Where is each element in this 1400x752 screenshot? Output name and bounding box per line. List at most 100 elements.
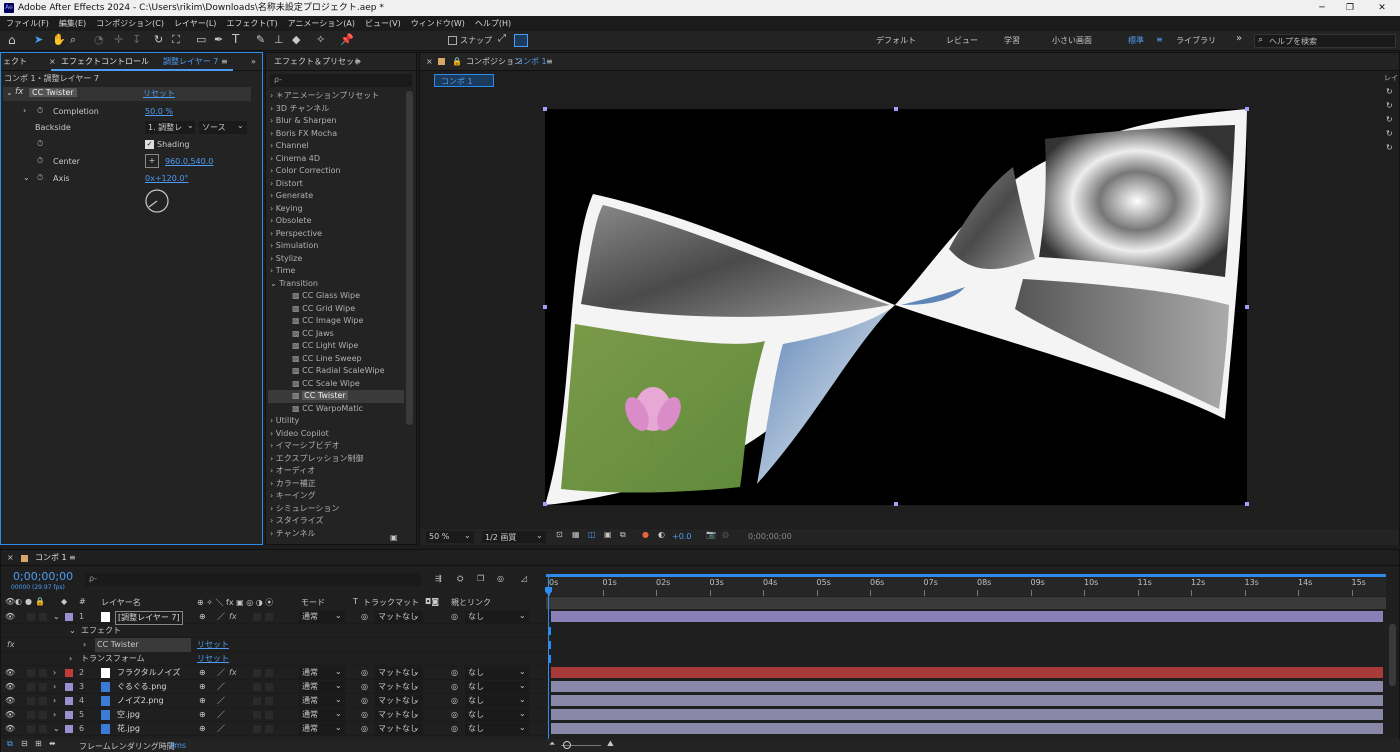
collapse-switch-icon[interactable]: ⊕ [199,722,206,736]
visibility-eye-icon[interactable]: 👁 [5,694,15,708]
effect-reset-link[interactable]: リセット [143,88,175,99]
layer-row[interactable]: 👁 ⌄ 1 [調整レイヤー 7] ⊕ ／ fx 通常 ⌄ ◎ マットなし ⌄ ◎ なし ⌄ [1,610,546,625]
audio-box[interactable] [27,711,35,719]
parent-dropdown[interactable]: なし ⌄ [465,695,529,707]
effect-item[interactable]: ▩ CC Grid Wipe [268,303,404,316]
close-tab-icon[interactable]: × [426,53,433,71]
effect-item[interactable]: ▩ CC Twister [268,390,404,403]
stopwatch-icon[interactable]: ⏱ [37,173,43,183]
switch-box[interactable] [253,697,261,705]
stopwatch-icon[interactable]: ⏱ [37,156,43,166]
effects-presets-title[interactable]: エフェクト＆プリセット [274,53,362,71]
brush-tool-icon[interactable]: ✎ [256,33,265,46]
effect-category[interactable]: › Keying [268,203,404,216]
visibility-eye-icon[interactable]: 👁 [5,708,15,722]
selection-tool-icon[interactable]: ➤ [34,33,43,46]
rotate-tool-icon[interactable]: ↻ [154,33,163,46]
parent-dropdown[interactable]: なし ⌄ [465,611,529,623]
switch-box[interactable] [253,683,261,691]
mask-path-icon[interactable]: ◫ [588,530,596,539]
text-tool-icon[interactable]: T [232,32,239,46]
rotate-icon[interactable]: ↻ [1386,129,1393,138]
home-icon[interactable]: ⌂ [8,33,16,47]
rotate-icon[interactable]: ↻ [1386,87,1393,96]
eraser-tool-icon[interactable]: ◆ [292,33,300,46]
rectangle-tool-icon[interactable]: ▭ [196,33,206,46]
time-ruler[interactable]: 0s 01s 02s 03s 04s 05s 06s 07s 08s 09s 10s 11s 12s 13… [546,574,1386,596]
collapse-chevron-icon[interactable]: ⌄ [69,624,76,638]
guides-icon[interactable]: ▣ [604,530,612,539]
workspace-2[interactable]: 学習 [1004,35,1020,46]
zoom-in-icon[interactable]: ⛰ [607,739,614,749]
stopwatch-icon[interactable]: ⏱ [37,139,43,149]
transform-handle[interactable] [543,107,547,111]
resolution-dropdown[interactable]: 1/2 画質 ⌄ [482,531,546,543]
label-color-swatch[interactable] [65,711,73,719]
exposure-reset-icon[interactable]: ◐ [658,530,665,539]
trackmatte-dropdown[interactable]: マットなし ⌄ [375,611,423,623]
parent-dropdown[interactable]: なし ⌄ [465,681,529,693]
effect-category[interactable]: › Obsolete [268,215,404,228]
mode-dropdown[interactable]: 通常 ⌄ [299,611,345,623]
panel-menu-icon[interactable]: ≡ [354,53,361,71]
color-channel-icon[interactable]: ● [642,530,649,539]
quality-switch-icon[interactable]: ／ [217,708,225,722]
label-color-swatch[interactable] [65,613,73,621]
menu-item[interactable]: エフェクト(T) [226,19,277,28]
audio-box[interactable] [27,697,35,705]
trackmatte-dropdown[interactable]: マットなし ⌄ [375,695,423,707]
solo-box[interactable] [39,711,47,719]
expand-chevron-icon[interactable]: ⌄ [53,722,60,736]
transform-handle[interactable] [894,107,898,111]
zoom-tool-icon[interactable]: ⌕ [70,33,76,47]
shy-layers-icon[interactable]: ❐ [477,574,484,583]
switch-box[interactable] [265,697,273,705]
close-button[interactable]: ✕ [1372,0,1392,16]
tab-effects-left[interactable]: ェクト [3,53,27,71]
help-search[interactable]: ⌕ ヘルプを検索 [1254,34,1396,48]
axis-dial[interactable] [144,188,170,214]
effect-item[interactable]: ▩ CC Scale Wipe [268,378,404,391]
layer-duration-bar[interactable] [551,681,1383,692]
expand-chevron-icon[interactable]: › [69,652,72,666]
effect-category[interactable]: › Channel [268,140,404,153]
zoom-dropdown[interactable]: 50 % ⌄ [426,531,474,543]
solo-box[interactable] [39,683,47,691]
fx-switch-icon[interactable]: fx [229,610,237,624]
effects-search-input[interactable]: ρ- [270,74,412,87]
property-reset-link[interactable]: リセット [197,652,229,666]
expand-chevron-icon[interactable]: › [23,106,26,115]
effect-category[interactable]: › Generate [268,190,404,203]
menu-item[interactable]: コンポジション(C) [96,19,164,28]
effect-category[interactable]: › Stylize [268,253,404,266]
workspace-1[interactable]: レビュー [946,35,978,46]
pickwhip-icon[interactable]: ◎ [361,610,368,624]
prop-completion-value[interactable]: 50.0 % [145,107,173,116]
layer-name[interactable]: 空.jpg [115,709,142,721]
lock-icon[interactable]: 🔒 [452,53,462,71]
menu-item[interactable]: ファイル(F) [6,19,49,28]
expand-chevron-icon[interactable]: › [53,666,56,680]
toggle-modes-icon[interactable]: ⊟ [21,739,28,748]
maximize-button[interactable]: ❐ [1340,0,1360,16]
effect-category[interactable]: › エクスプレッション制御 [268,453,404,466]
workspace-0[interactable]: デフォルト [876,35,916,46]
dolly-tool-icon[interactable]: ↧ [132,33,141,46]
parent-dropdown[interactable]: なし ⌄ [465,709,529,721]
panel-menu-icon[interactable]: ≡ [546,53,553,71]
toggle-time-icon[interactable]: ⬌ [49,739,56,748]
trackmatte-dropdown[interactable]: マットなし ⌄ [375,709,423,721]
backside-layer-dropdown[interactable]: 1. 調整レ ⌄ [145,121,195,134]
orbit-tool-icon[interactable]: ◔ [94,33,104,46]
zoom-out-icon[interactable]: ⏶ [549,739,555,749]
effect-header-row[interactable]: ⌄ fx CC Twister リセット [3,87,251,101]
composition-tab-label[interactable]: コンポジション [466,53,522,71]
label-color-swatch[interactable] [65,669,73,677]
property-label[interactable]: CC Twister [95,638,191,652]
transform-handle[interactable] [543,502,547,506]
effect-category[interactable]: › スタイライズ [268,515,404,528]
property-reset-link[interactable]: リセット [197,638,229,652]
snapshot-icon[interactable]: 📷 [706,530,716,539]
parent-pickwhip-icon[interactable]: ◎ [451,722,458,736]
minimize-button[interactable]: ─ [1312,0,1332,16]
